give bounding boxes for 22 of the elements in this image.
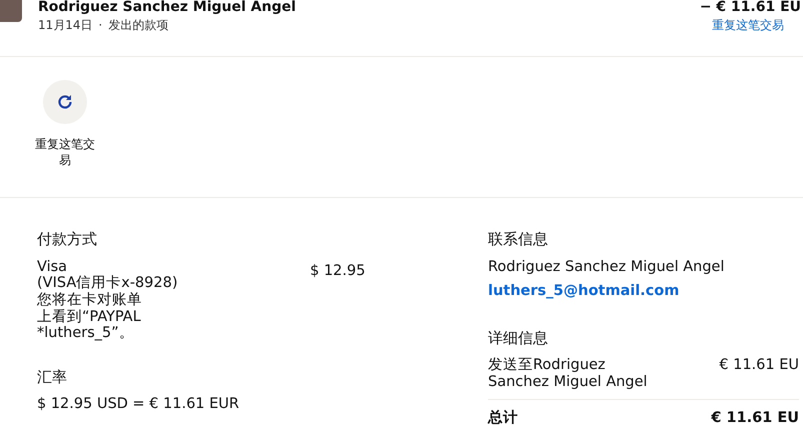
- separator-dot: ·: [98, 17, 102, 34]
- transaction-type: 发出的款项: [108, 17, 168, 34]
- payee-name: Rodriguez Sanchez Miguel Angel: [38, 0, 296, 16]
- transaction-date: 11月14日: [38, 17, 93, 34]
- refresh-icon: [56, 93, 74, 111]
- email-link[interactable]: luthers_5@hotmail.com: [488, 283, 680, 300]
- exchange-rate-text: $ 12.95 USD = € 11.61 EUR: [37, 396, 240, 414]
- section-title: 联系信息: [488, 229, 549, 250]
- action-label: 重复这笔交易: [34, 136, 96, 168]
- total-label: 总计: [488, 410, 519, 426]
- repeat-transaction-link[interactable]: 重复这笔交易: [712, 16, 784, 34]
- section-title: 付款方式: [37, 229, 98, 250]
- section-title: 详细信息: [488, 328, 549, 349]
- section-title: 汇率: [37, 366, 68, 388]
- detail-label: 发送至Rodriguez Sanchez Miguel Angel: [488, 357, 648, 391]
- repeat-button[interactable]: [43, 80, 87, 124]
- contact-name: Rodriguez Sanchez Miguel Angel: [488, 258, 726, 276]
- detail-amount: € 11.61 EU: [719, 357, 799, 376]
- total-amount: € 11.61 EU: [711, 410, 799, 426]
- payment-method-text: Visa (VISA信用卡x-8928) 您将在卡对账单 上看到“PAYPAL *luthers_5”。: [37, 258, 179, 342]
- transaction-amount: − € 11.61 EU: [700, 0, 801, 16]
- payment-amount: $ 12.95: [310, 262, 366, 280]
